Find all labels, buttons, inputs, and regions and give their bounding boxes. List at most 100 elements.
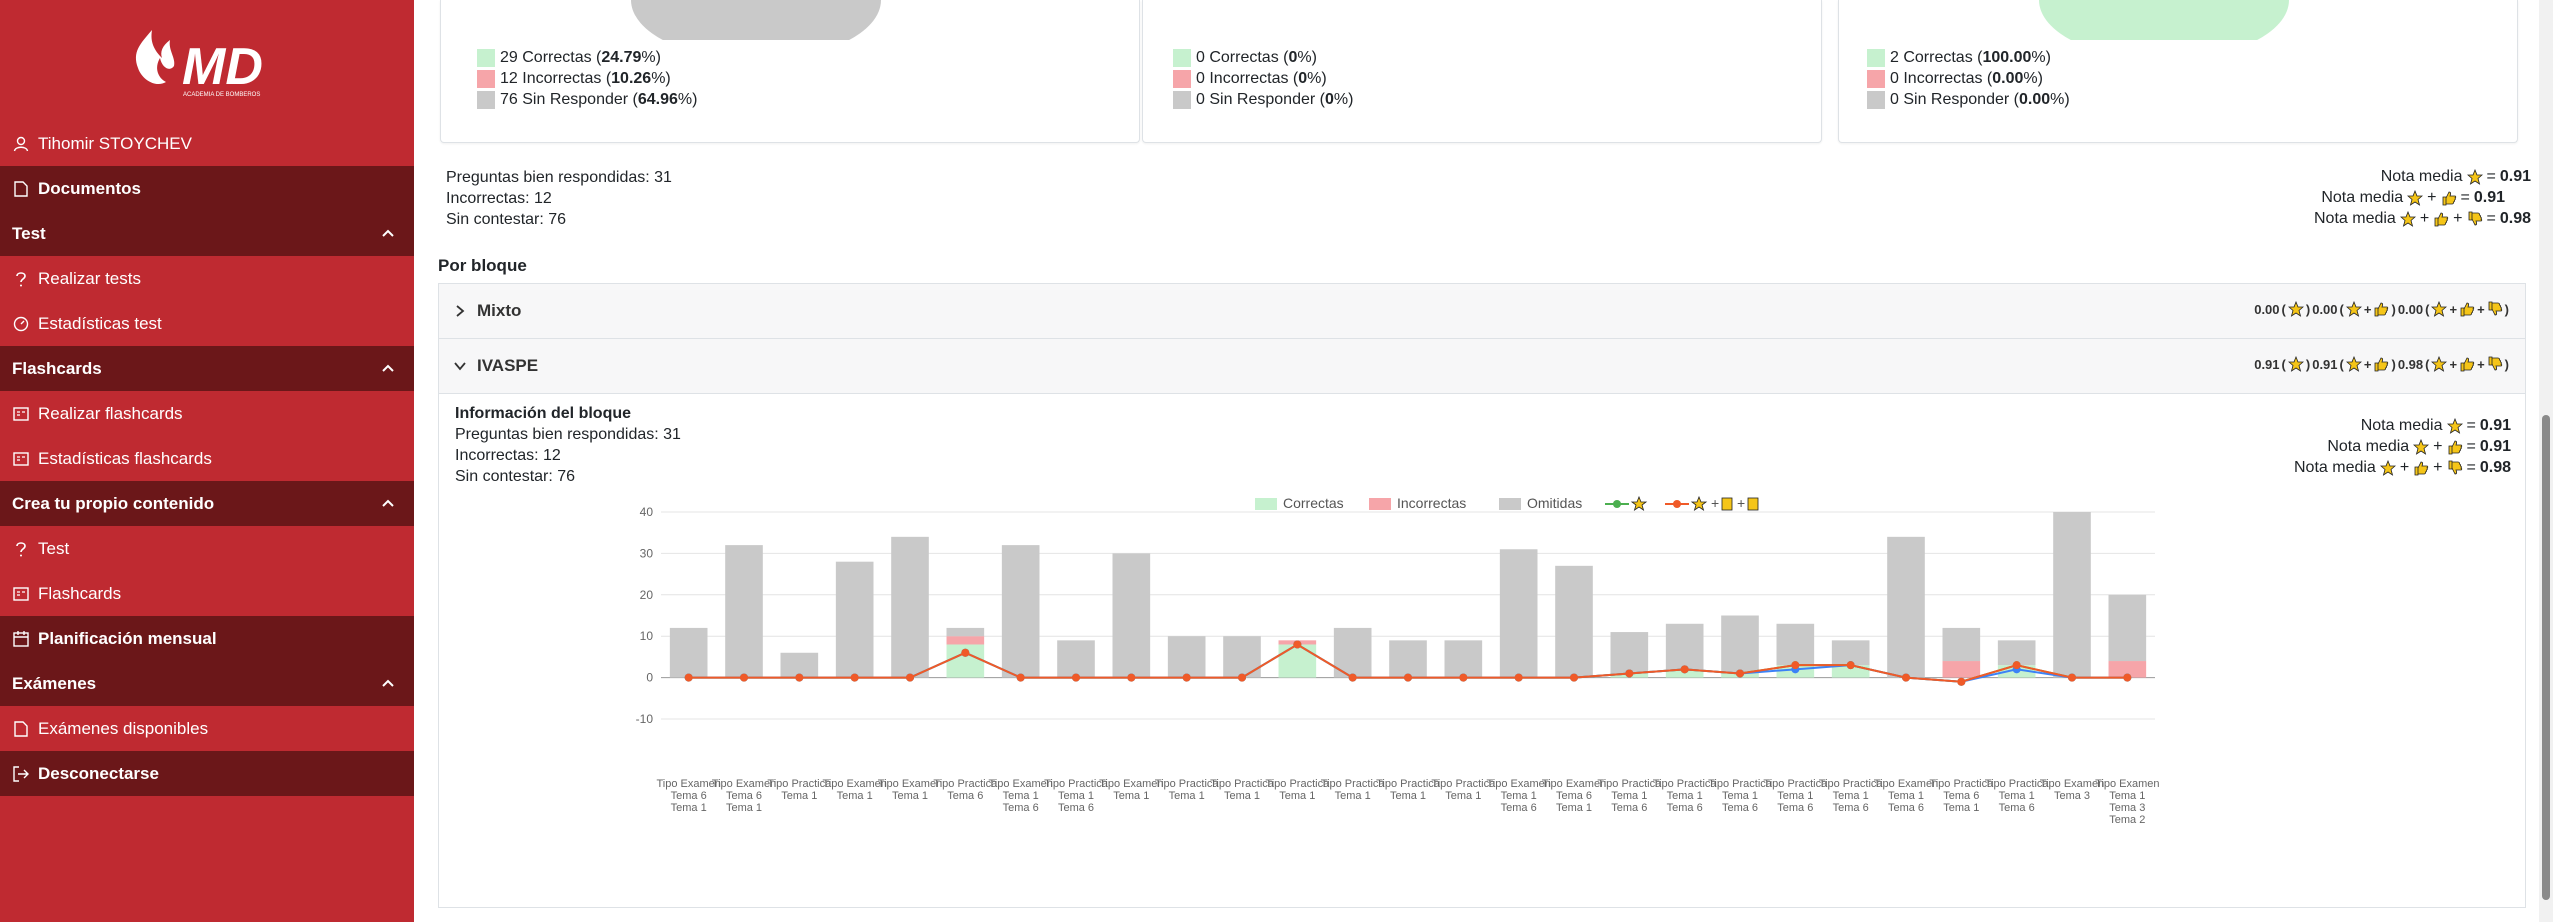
series-point (2123, 673, 2132, 682)
bar-incorrectas (1942, 661, 1981, 678)
series-point (1625, 669, 1634, 678)
chevron-up-icon (382, 364, 394, 372)
logo[interactable]: MD ACADEMIA DE BOMBEROS (0, 22, 414, 100)
user-profile[interactable]: Tihomir STOYCHEV (0, 121, 414, 166)
legend-plus: + (1737, 495, 1745, 511)
logo-text: MD (182, 38, 263, 96)
legend-swatch (1369, 498, 1391, 510)
sidebar-item-label: Documentos (38, 178, 141, 198)
legend-correctas: 0 Correctas (0%) (1173, 49, 1317, 67)
x-tick-label: Tema 1 (1777, 790, 1813, 802)
block-info-bien: Preguntas bien respondidas: 31 (455, 426, 681, 443)
stats-card: 2 Correctas (100.00%) 0 Incorrectas (0.0… (1838, 0, 2518, 143)
sidebar-section-label: Test (12, 223, 46, 243)
star-icon (2431, 301, 2448, 317)
block-chart: Correctas Incorrectas Omitidas + + 40 30 20 10 0… (636, 495, 2160, 826)
swatch-correct (1867, 49, 1885, 67)
sidebar-item-label: Realizar flashcards (38, 403, 183, 423)
star-icon (2379, 460, 2396, 476)
sidebar-item-label: Exámenes disponibles (38, 718, 209, 738)
x-tick-label: Tema 1 (1667, 790, 1703, 802)
x-tick-label: Tema 6 (1611, 802, 1647, 814)
summary-bien: Preguntas bien respondidas: 31 (446, 169, 672, 186)
stats-card: 29 Correctas (24.79%) 12 Incorrectas (10… (440, 0, 1140, 143)
chevron-right-icon (456, 305, 465, 317)
nota-media-1: Nota media = 0.91 (2380, 168, 2531, 185)
bar-omitidas (891, 536, 929, 678)
bar-omitidas (835, 561, 874, 678)
sidebar-section-test[interactable]: Test (0, 211, 414, 256)
legend-label: Incorrectas (1397, 495, 1466, 511)
sidebar-item-realizar-flashcards[interactable]: Realizar flashcards (0, 391, 414, 436)
legend-correctas: 2 Correctas (100.00%) (1867, 49, 2051, 67)
series-point (740, 673, 748, 682)
sidebar-item-crea-test[interactable]: Test (0, 526, 414, 571)
bar-omitidas (1389, 640, 1427, 678)
series-point (961, 648, 970, 657)
sidebar-item-examenes-disponibles[interactable]: Exámenes disponibles (0, 706, 414, 751)
sidebar-item-estadisticas-flashcards[interactable]: Estadísticas flashcards (0, 436, 414, 481)
x-tick-label: Tema 6 (1501, 802, 1537, 814)
block-ivaspe-header[interactable]: IVASPE 0.91( ) 0.91( + ) 0.98( + + ) (439, 339, 2525, 394)
sidebar-section-flashcards[interactable]: Flashcards (0, 346, 414, 391)
series-point (1791, 661, 1800, 670)
y-tick-label: 30 (640, 546, 654, 560)
series-point (1736, 669, 1744, 678)
sidebar-section-examenes[interactable]: Exámenes (0, 661, 414, 706)
block-ivaspe-body: Información del bloque Preguntas bien re… (439, 394, 2525, 909)
sidebar-item-planificacion[interactable]: Planificación mensual (0, 616, 414, 661)
series-point (906, 673, 914, 682)
bar-omitidas (1665, 623, 1704, 670)
document-icon (12, 180, 30, 198)
sidebar-item-crea-flashcards[interactable]: Flashcards (0, 571, 414, 616)
question-icon (12, 540, 30, 558)
bar-omitidas (1555, 565, 1593, 678)
x-tick-label: Tema 1 (781, 790, 817, 802)
star-icon (1690, 495, 1708, 511)
sidebar-item-label: Planificación mensual (38, 628, 217, 648)
sidebar-item-realizar-tests[interactable]: Realizar tests (0, 256, 414, 301)
series-point (2068, 673, 2076, 682)
card-icon (12, 585, 30, 603)
series-point (1902, 673, 1910, 682)
x-tick-label: Tema 3 (2109, 802, 2145, 814)
x-tick-label: Tema 2 (2109, 814, 2145, 826)
scrollbar-thumb[interactable] (2542, 415, 2550, 900)
series-point (1957, 677, 1966, 686)
series-point (684, 673, 693, 682)
legend-dot-orange (1673, 500, 1681, 508)
x-tick-label: Tema 1 (726, 802, 762, 814)
sidebar-item-label: Test (38, 538, 70, 558)
block-mixto-header[interactable]: Mixto 0.00( ) 0.00( + ) 0.00( + + ) (439, 284, 2525, 339)
bar-omitidas (1887, 536, 1925, 678)
legend-incorrectas: 12 Incorrectas (10.26%) (477, 70, 671, 88)
bar-omitidas (1223, 636, 1261, 678)
x-tick-label: Tema 1 (671, 802, 707, 814)
thumbs-up-icon (1721, 497, 1733, 511)
bar-omitidas (1444, 640, 1483, 678)
thumbs-down-icon (1747, 497, 1759, 511)
sidebar-item-documentos[interactable]: Documentos (0, 166, 414, 211)
sidebar-item-estadisticas-test[interactable]: Estadísticas test (0, 301, 414, 346)
scrollbar[interactable] (2539, 0, 2553, 922)
x-tick-label: Tipo Examen (2095, 778, 2159, 790)
x-tick-label: Tema 1 (1003, 790, 1039, 802)
bar-omitidas (1610, 632, 1649, 674)
sidebar-item-label: Realizar tests (38, 268, 141, 288)
x-tick-label: Tema 1 (1833, 790, 1869, 802)
sidebar-section-crea[interactable]: Crea tu propio contenido (0, 481, 414, 526)
y-tick-label: -10 (636, 712, 654, 726)
x-tick-label: Tema 1 (1999, 790, 2035, 802)
chart-legend: Correctas Incorrectas Omitidas + + (1255, 495, 1759, 511)
chevron-down-icon (454, 362, 466, 371)
block-info-incorrectas: Incorrectas: 12 (455, 447, 561, 464)
x-tick-label: Tema 1 (1390, 790, 1426, 802)
block-nota-2: Nota media + = 0.91 (2327, 438, 2511, 455)
legend-dot-green (1613, 500, 1621, 508)
sidebar-item-desconectarse[interactable]: Desconectarse (0, 751, 414, 796)
pie-chart-partial (2039, 0, 2289, 40)
legend-label: Omitidas (1527, 495, 1582, 511)
series-point (1570, 673, 1578, 682)
summary-incorrectas: Incorrectas: 12 (446, 190, 552, 207)
thumbs-down-icon (2488, 301, 2502, 316)
